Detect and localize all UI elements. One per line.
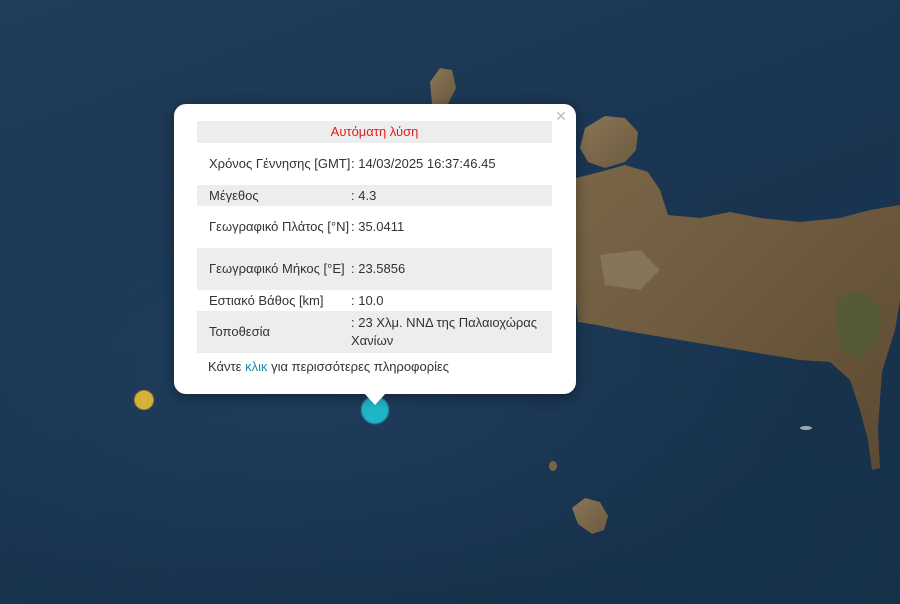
depth-label: Εστιακό Βάθος [km]	[209, 293, 324, 308]
popup-footer: Κάντε κλικ για περισσότερες πληροφορίες	[197, 357, 552, 377]
satellite-map[interactable]: × Αυτόματη λύση Χρόνος Γέννησης [GMT] : …	[0, 0, 900, 604]
table-row: Γεωγραφικό Μήκος [°E] : 23.5856	[197, 248, 552, 290]
latitude-label: Γεωγραφικό Πλάτος [°N]	[209, 219, 350, 234]
earthquake-info-popup: × Αυτόματη λύση Χρόνος Γέννησης [GMT] : …	[174, 104, 576, 394]
close-icon[interactable]: ×	[554, 107, 568, 125]
table-row: Εστιακό Βάθος [km] : 10.0	[197, 290, 552, 311]
islet-south	[572, 498, 608, 534]
latitude-value: : 35.0411	[351, 219, 405, 234]
longitude-value: : 23.5856	[351, 248, 552, 290]
footer-prefix: Κάντε	[208, 359, 246, 374]
more-info-link[interactable]: κλικ	[245, 359, 267, 374]
magnitude-value: : 4.3	[351, 185, 552, 206]
footer-suffix: για περισσότερες πληροφορίες	[267, 359, 450, 374]
location-value: : 23 Χλμ. ΝΝΔ της Παλαιοχώρας Χανίων	[351, 311, 552, 353]
table-row: Μέγεθος : 4.3	[197, 185, 552, 206]
popup-title: Αυτόματη λύση	[197, 121, 552, 143]
magnitude-label: Μέγεθος	[197, 185, 351, 206]
islet-north	[430, 68, 456, 104]
gramvousa-peninsula	[580, 116, 638, 168]
earthquake-marker-other[interactable]	[134, 390, 154, 410]
longitude-label: Γεωγραφικό Μήκος [°E]	[197, 248, 351, 290]
origin-time-label: Χρόνος Γέννησης [GMT]	[209, 156, 351, 171]
info-table: Χρόνος Γέννησης [GMT] : 14/03/2025 16:37…	[197, 143, 552, 353]
location-label: Τοποθεσία	[197, 311, 351, 353]
depth-value: : 10.0	[351, 293, 384, 308]
table-row: Τοποθεσία : 23 Χλμ. ΝΝΔ της Παλαιοχώρας …	[197, 311, 552, 353]
origin-time-value: : 14/03/2025 16:37:46.45	[351, 156, 496, 171]
popup-tip	[364, 393, 386, 405]
table-row: Γεωγραφικό Πλάτος [°N] : 35.0411	[197, 206, 552, 248]
table-row: Χρόνος Γέννησης [GMT] : 14/03/2025 16:37…	[197, 143, 552, 185]
